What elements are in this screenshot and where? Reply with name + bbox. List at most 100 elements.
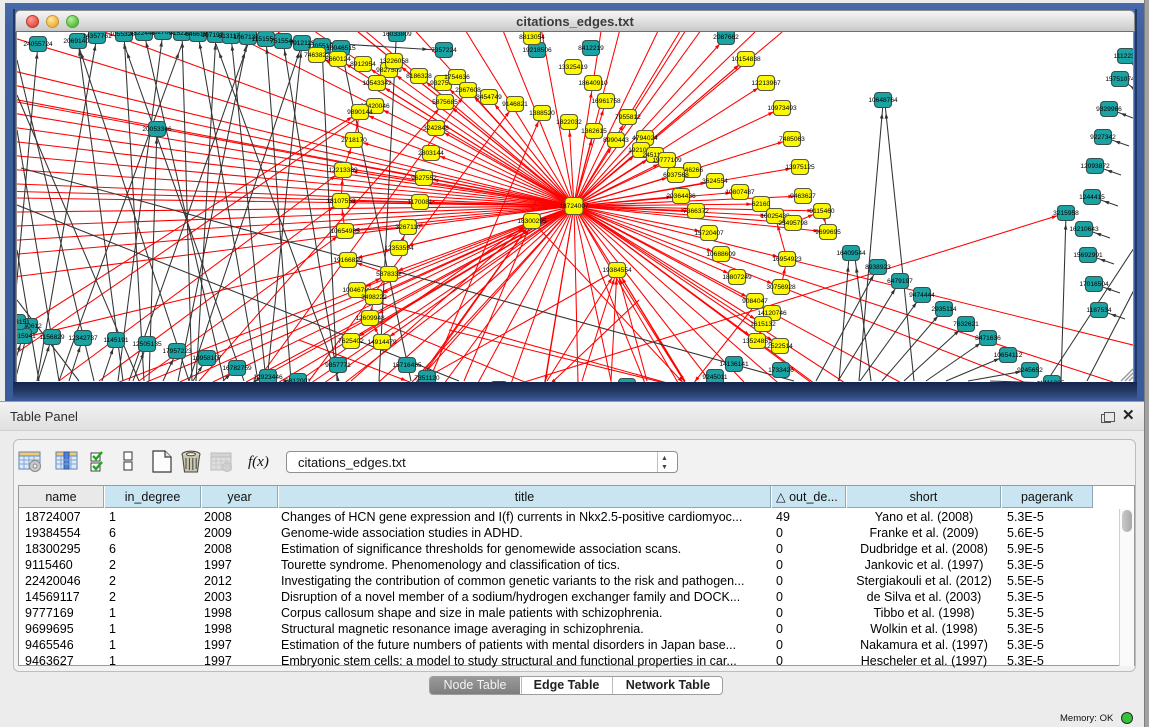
svg-text:19384554: 19384554 bbox=[602, 267, 632, 274]
svg-text:3498222: 3498222 bbox=[361, 294, 387, 301]
svg-text:17016504: 17016504 bbox=[1079, 281, 1109, 288]
svg-text:8412219: 8412219 bbox=[578, 45, 604, 52]
svg-text:13975125: 13975125 bbox=[785, 164, 815, 171]
svg-text:10654985: 10654985 bbox=[330, 228, 360, 235]
svg-text:7955812: 7955812 bbox=[615, 114, 641, 121]
svg-text:7351120: 7351120 bbox=[414, 375, 440, 382]
svg-text:12609948: 12609948 bbox=[355, 315, 385, 322]
svg-text:4794024: 4794024 bbox=[632, 135, 658, 142]
svg-text:24055724: 24055724 bbox=[23, 41, 53, 48]
svg-text:10154838: 10154838 bbox=[731, 56, 761, 63]
svg-text:9627552: 9627552 bbox=[411, 175, 437, 182]
svg-text:14136141: 14136141 bbox=[719, 361, 749, 368]
svg-text:10807487: 10807487 bbox=[725, 189, 755, 196]
svg-text:12353594: 12353594 bbox=[384, 245, 414, 252]
svg-text:1615132: 1615132 bbox=[750, 321, 776, 328]
svg-text:16210643: 16210643 bbox=[1069, 226, 1099, 233]
svg-text:3624554: 3624554 bbox=[702, 178, 728, 185]
svg-text:16782759: 16782759 bbox=[222, 365, 252, 372]
svg-text:1170081: 1170081 bbox=[407, 199, 433, 206]
svg-text:2087662: 2087662 bbox=[713, 34, 739, 41]
svg-text:10543342: 10543342 bbox=[362, 80, 392, 87]
svg-text:12342737: 12342737 bbox=[68, 335, 98, 342]
svg-text:8454749: 8454749 bbox=[476, 94, 502, 101]
svg-text:7485063: 7485063 bbox=[779, 136, 805, 143]
svg-text:8812001: 8812001 bbox=[285, 378, 311, 382]
svg-text:23495798: 23495798 bbox=[778, 220, 808, 227]
svg-text:2367608: 2367608 bbox=[455, 87, 481, 94]
svg-text:18807249: 18807249 bbox=[722, 274, 752, 281]
svg-text:14914479: 14914479 bbox=[367, 339, 397, 346]
svg-text:3215958: 3215958 bbox=[1053, 210, 1079, 217]
svg-text:20364436: 20364436 bbox=[666, 193, 696, 200]
svg-text:9474444: 9474444 bbox=[909, 292, 935, 299]
svg-text:7632621: 7632621 bbox=[953, 321, 979, 328]
svg-text:8912954: 8912954 bbox=[350, 61, 376, 68]
svg-text:6937568: 6937568 bbox=[663, 172, 689, 179]
svg-text:9857771: 9857771 bbox=[325, 362, 351, 369]
svg-text:3242848: 3242848 bbox=[423, 125, 449, 132]
svg-text:2522514: 2522514 bbox=[767, 343, 793, 350]
svg-text:9227342: 9227342 bbox=[1090, 134, 1116, 141]
svg-text:14357761: 14357761 bbox=[82, 33, 112, 40]
svg-text:f(x): f(x) bbox=[248, 454, 269, 470]
svg-text:15692991: 15692991 bbox=[1073, 252, 1103, 259]
svg-text:17957223: 17957223 bbox=[162, 348, 192, 355]
svg-text:2718170: 2718170 bbox=[341, 137, 367, 144]
svg-text:9084047: 9084047 bbox=[742, 298, 768, 305]
svg-text:2803144: 2803144 bbox=[418, 150, 444, 157]
svg-text:18724007: 18724007 bbox=[559, 203, 589, 210]
svg-text:7366372: 7366372 bbox=[683, 208, 709, 215]
svg-text:1362615: 1362615 bbox=[581, 128, 607, 135]
svg-text:18640910: 18640910 bbox=[578, 80, 608, 87]
svg-text:1156829: 1156829 bbox=[39, 334, 65, 341]
svg-text:16409544: 16409544 bbox=[836, 250, 866, 257]
svg-text:62160: 62160 bbox=[752, 201, 771, 208]
svg-text:9245652: 9245652 bbox=[1017, 367, 1043, 374]
svg-text:1187534: 1187534 bbox=[1086, 307, 1112, 314]
svg-text:13226058: 13226058 bbox=[379, 58, 409, 65]
svg-text:12505135: 12505135 bbox=[132, 341, 162, 348]
svg-text:5875685: 5875685 bbox=[432, 99, 458, 106]
svg-text:2935114: 2935114 bbox=[931, 306, 957, 313]
svg-text:6479197: 6479197 bbox=[887, 278, 913, 285]
svg-text:8660124: 8660124 bbox=[325, 56, 351, 63]
svg-text:10973493: 10973493 bbox=[767, 105, 797, 112]
svg-text:7357224: 7357224 bbox=[431, 47, 457, 54]
svg-text:8813054: 8813054 bbox=[519, 34, 545, 41]
svg-text:1112233: 1112233 bbox=[1114, 53, 1134, 60]
svg-text:19218506: 19218506 bbox=[522, 47, 552, 54]
svg-text:9463627: 9463627 bbox=[790, 193, 816, 200]
svg-text:8186328: 8186328 bbox=[406, 73, 432, 80]
svg-text:1754636: 1754636 bbox=[444, 74, 470, 81]
svg-text:10654112: 10654112 bbox=[994, 352, 1023, 359]
svg-text:1822032: 1822032 bbox=[556, 119, 582, 126]
svg-text:9699695: 9699695 bbox=[815, 229, 841, 236]
svg-text:12213389: 12213389 bbox=[328, 167, 358, 174]
svg-text:15716485: 15716485 bbox=[392, 362, 422, 369]
svg-text:18107553: 18107553 bbox=[326, 198, 356, 205]
svg-text:8471636: 8471636 bbox=[975, 335, 1001, 342]
svg-text:15720407: 15720407 bbox=[694, 230, 724, 237]
svg-text:10688609: 10688609 bbox=[706, 251, 736, 258]
svg-text:16961758: 16961758 bbox=[591, 98, 621, 105]
svg-text:20053346: 20053346 bbox=[142, 126, 172, 133]
svg-text:1733426: 1733426 bbox=[768, 367, 794, 374]
svg-text:1388520: 1388520 bbox=[529, 110, 555, 117]
svg-text:9245011: 9245011 bbox=[702, 374, 728, 381]
svg-text:8990443: 8990443 bbox=[603, 137, 629, 144]
svg-text:5878332: 5878332 bbox=[376, 271, 402, 278]
svg-text:3267110: 3267110 bbox=[395, 224, 421, 231]
svg-text:30756928: 30756928 bbox=[766, 284, 796, 291]
svg-text:9329966: 9329966 bbox=[1096, 106, 1122, 113]
svg-text:12093872: 12093872 bbox=[1080, 163, 1110, 170]
svg-text:1244415: 1244415 bbox=[1079, 194, 1105, 201]
svg-text:9115460: 9115460 bbox=[809, 208, 835, 215]
svg-text:7625402: 7625402 bbox=[338, 338, 364, 345]
svg-text:16954923: 16954923 bbox=[772, 256, 802, 263]
svg-text:18300295: 18300295 bbox=[517, 218, 547, 225]
svg-text:16033809: 16033809 bbox=[382, 32, 412, 38]
svg-text:1145191: 1145191 bbox=[103, 337, 129, 344]
svg-text:15751074: 15751074 bbox=[1105, 76, 1134, 83]
svg-text:9890144: 9890144 bbox=[347, 109, 373, 116]
